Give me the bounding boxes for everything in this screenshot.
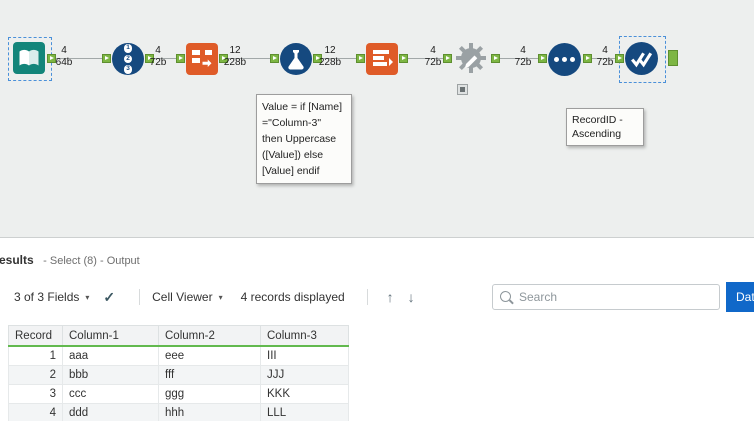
search-box — [492, 284, 720, 310]
arrange-tool[interactable] — [366, 43, 398, 75]
data-cell[interactable]: ddd — [62, 403, 159, 421]
data-cell[interactable]: aaa — [62, 345, 159, 366]
connection-label: 12 228b — [223, 45, 247, 68]
scroll-down-button[interactable]: ↓ — [408, 289, 415, 305]
connection-label: 12 228b — [318, 45, 342, 68]
fields-dropdown-label: 3 of 3 Fields — [14, 290, 80, 304]
data-button[interactable]: Dat — [726, 282, 754, 312]
results-table-head-row: Record Column-1 Column-2 Column-3 — [8, 325, 349, 347]
connection-label: 4 72b — [596, 45, 614, 68]
digit-2: 2 — [123, 54, 133, 64]
data-cell[interactable]: ggg — [158, 384, 261, 404]
results-title: esults — [0, 253, 34, 267]
alteryx-designer-window: 1 2 3 4 64b 4 72b 12 228b 12 228b 4 72b … — [0, 0, 754, 421]
table-row: 1 aaa eee III — [8, 345, 349, 366]
connection-label: 4 72b — [514, 45, 532, 68]
rows-icon — [373, 50, 393, 66]
records-displayed-label: 4 records displayed — [240, 290, 345, 304]
connection-anchor[interactable] — [356, 54, 365, 63]
fields-dropdown[interactable]: 3 of 3 Fields ▾ — [14, 290, 89, 304]
data-cell[interactable]: JJJ — [260, 365, 349, 385]
formula-annotation[interactable]: Value = if [Name] ="Column-3" then Upper… — [256, 94, 352, 184]
chevron-down-icon: ▾ — [218, 292, 223, 302]
scroll-up-button[interactable]: ↑ — [387, 289, 394, 305]
record-number-cell[interactable]: 4 — [8, 403, 63, 421]
connection-anchor[interactable] — [176, 54, 185, 63]
connection-anchor[interactable] — [102, 54, 111, 63]
table-row: 4 ddd hhh LLL — [8, 403, 349, 421]
record-number-cell[interactable]: 2 — [8, 365, 63, 385]
column-header[interactable]: Column-1 — [62, 325, 159, 347]
connection-label: 4 64b — [55, 45, 73, 68]
results-table-wrap: Record Column-1 Column-2 Column-3 1 aaa eee II… — [8, 325, 349, 421]
apply-check-icon[interactable]: ✓ — [103, 289, 115, 306]
flask-icon — [288, 50, 304, 70]
data-cell[interactable]: III — [260, 345, 349, 366]
column-header[interactable]: Record — [8, 325, 63, 347]
digit-3: 3 — [123, 65, 133, 74]
column-header[interactable]: Column-3 — [260, 325, 349, 347]
digit-1: 1 — [123, 44, 133, 53]
connection-anchor[interactable] — [399, 54, 408, 63]
gear-icon — [456, 43, 486, 73]
data-cell[interactable]: KKK — [260, 384, 349, 404]
results-toolbar: 3 of 3 Fields ▾ ✓ Cell Viewer ▾ 4 record… — [0, 282, 754, 312]
results-pane: esults - Select (8) - Output 3 of 3 Fiel… — [0, 238, 754, 421]
dots-icon — [554, 57, 575, 62]
data-cell[interactable]: hhh — [158, 403, 261, 421]
connection-label: 4 72b — [424, 45, 442, 68]
cell-viewer-label: Cell Viewer — [152, 290, 213, 304]
connection-label: 4 72b — [149, 45, 167, 68]
toolbar-divider — [366, 289, 368, 305]
recordid-tool[interactable]: 1 2 3 — [112, 43, 144, 75]
results-table-body: 1 aaa eee III 2 bbb fff JJJ 3 ccc ggg KKK 4 ddd hhh LLL — [8, 345, 349, 421]
text-input-tool[interactable] — [13, 42, 45, 74]
sort-annotation[interactable]: RecordID - Ascending — [566, 108, 644, 146]
connection-anchor[interactable] — [538, 54, 547, 63]
results-header: esults - Select (8) - Output — [0, 251, 140, 269]
recordid-icon: 1 2 3 — [123, 44, 133, 74]
connection-anchor[interactable] — [491, 54, 500, 63]
data-cell[interactable]: fff — [158, 365, 261, 385]
unique-tool[interactable] — [625, 42, 658, 75]
output-anchor[interactable] — [668, 50, 678, 66]
formula-tool[interactable] — [280, 43, 312, 75]
workflow-canvas[interactable]: 1 2 3 4 64b 4 72b 12 228b 12 228b 4 72b … — [0, 0, 754, 238]
data-cell[interactable]: bbb — [62, 365, 159, 385]
record-number-cell[interactable]: 3 — [8, 384, 63, 404]
select-tool[interactable] — [186, 43, 218, 75]
results-table: Record Column-1 Column-2 Column-3 1 aaa eee II… — [8, 325, 349, 421]
table-row: 3 ccc ggg KKK — [8, 384, 349, 404]
results-subtitle: - Select (8) - Output — [43, 255, 140, 267]
data-cell[interactable]: LLL — [260, 403, 349, 421]
record-number-cell[interactable]: 1 — [8, 345, 63, 366]
search-icon — [500, 291, 511, 302]
tool-indicator-icon — [457, 84, 468, 95]
chevron-down-icon: ▾ — [85, 292, 90, 302]
data-cell[interactable]: ccc — [62, 384, 159, 404]
connection-anchor[interactable] — [270, 54, 279, 63]
table-row: 2 bbb fff JJJ — [8, 365, 349, 385]
search-input[interactable] — [492, 284, 720, 310]
sort-tool[interactable] — [548, 43, 581, 76]
toolbar-divider — [139, 289, 141, 305]
book-icon — [19, 49, 39, 66]
cell-viewer-dropdown[interactable]: Cell Viewer ▾ — [152, 290, 222, 304]
data-cell[interactable]: eee — [158, 345, 261, 366]
macro-tool[interactable] — [453, 40, 489, 76]
double-check-icon — [631, 52, 653, 68]
column-header[interactable]: Column-2 — [158, 325, 261, 347]
select-icon — [192, 50, 212, 67]
